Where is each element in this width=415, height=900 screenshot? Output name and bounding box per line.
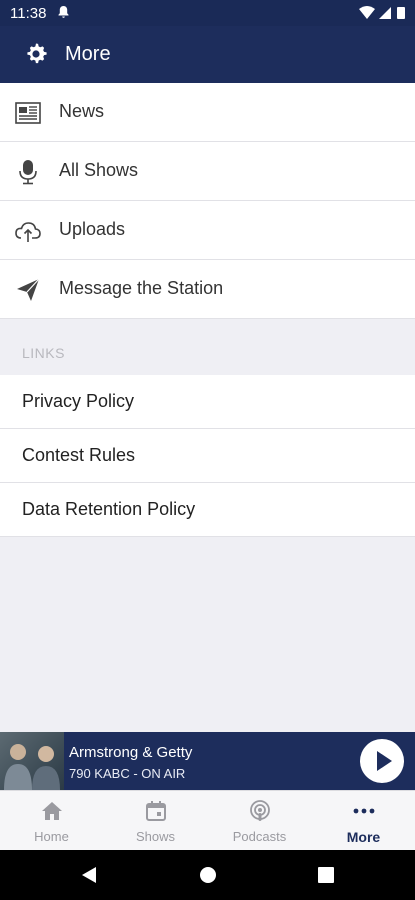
links-list: Privacy Policy Contest Rules Data Retent…: [0, 375, 415, 537]
tab-home[interactable]: Home: [0, 791, 103, 851]
now-playing-bar[interactable]: Armstrong & Getty 790 KABC - ON AIR: [0, 732, 415, 790]
app-bar: More: [0, 26, 415, 83]
now-playing-station: 790 KABC - ON AIR: [69, 766, 186, 781]
main-menu: News All Shows Uploads Message the Stati…: [0, 83, 415, 319]
tab-label: Podcasts: [232, 829, 287, 844]
newspaper-icon: [15, 102, 41, 124]
bottom-tab-bar: Home Shows Podcasts More: [0, 790, 415, 851]
status-bar: 11:38: [0, 0, 415, 26]
more-dots-icon: [353, 808, 375, 814]
wifi-icon: [359, 6, 375, 19]
links-header-label: LINKS: [22, 345, 65, 361]
tab-label: Home: [34, 829, 69, 844]
nav-recents-icon[interactable]: [318, 867, 334, 883]
gear-icon: [27, 43, 47, 64]
paper-plane-icon: [17, 278, 40, 301]
menu-item-news[interactable]: News: [0, 83, 415, 142]
menu-item-label: All Shows: [59, 160, 139, 180]
battery-icon: [397, 7, 405, 19]
menu-item-label: Uploads: [59, 219, 126, 239]
link-label: Data Retention Policy: [22, 499, 196, 519]
cellular-icon: [379, 7, 391, 19]
tab-more[interactable]: More: [312, 791, 415, 851]
now-playing-show: Armstrong & Getty: [69, 744, 193, 761]
nav-home-icon[interactable]: [199, 866, 217, 884]
system-nav-bar: [0, 850, 415, 900]
system-status-icons: [359, 6, 405, 19]
link-contest-rules[interactable]: Contest Rules: [0, 429, 415, 483]
status-time: 11:38: [10, 5, 47, 22]
play-button[interactable]: [360, 739, 404, 783]
tab-label: Shows: [135, 829, 176, 844]
calendar-icon: [146, 801, 166, 821]
links-section-header: LINKS: [0, 320, 415, 375]
menu-item-all-shows[interactable]: All Shows: [0, 142, 415, 201]
link-data-retention-policy[interactable]: Data Retention Policy: [0, 483, 415, 537]
menu-item-uploads[interactable]: Uploads: [0, 201, 415, 260]
home-icon: [42, 802, 62, 820]
microphone-icon: [19, 160, 37, 185]
tab-label: More: [346, 829, 381, 845]
menu-item-label: Message the Station: [59, 278, 224, 298]
menu-item-label: News: [59, 101, 105, 121]
menu-item-message-station[interactable]: Message the Station: [0, 260, 415, 319]
nav-back-icon[interactable]: [80, 866, 98, 884]
page-title: More: [65, 43, 111, 65]
tab-podcasts[interactable]: Podcasts: [208, 791, 311, 851]
link-privacy-policy[interactable]: Privacy Policy: [0, 375, 415, 429]
link-label: Privacy Policy: [22, 391, 135, 411]
play-icon: [377, 751, 392, 771]
show-artwork: [0, 732, 64, 790]
podcast-icon: [250, 800, 270, 821]
cloud-upload-icon: [15, 222, 41, 242]
link-label: Contest Rules: [22, 445, 136, 465]
bell-icon: [58, 6, 69, 18]
tab-shows[interactable]: Shows: [104, 791, 207, 851]
